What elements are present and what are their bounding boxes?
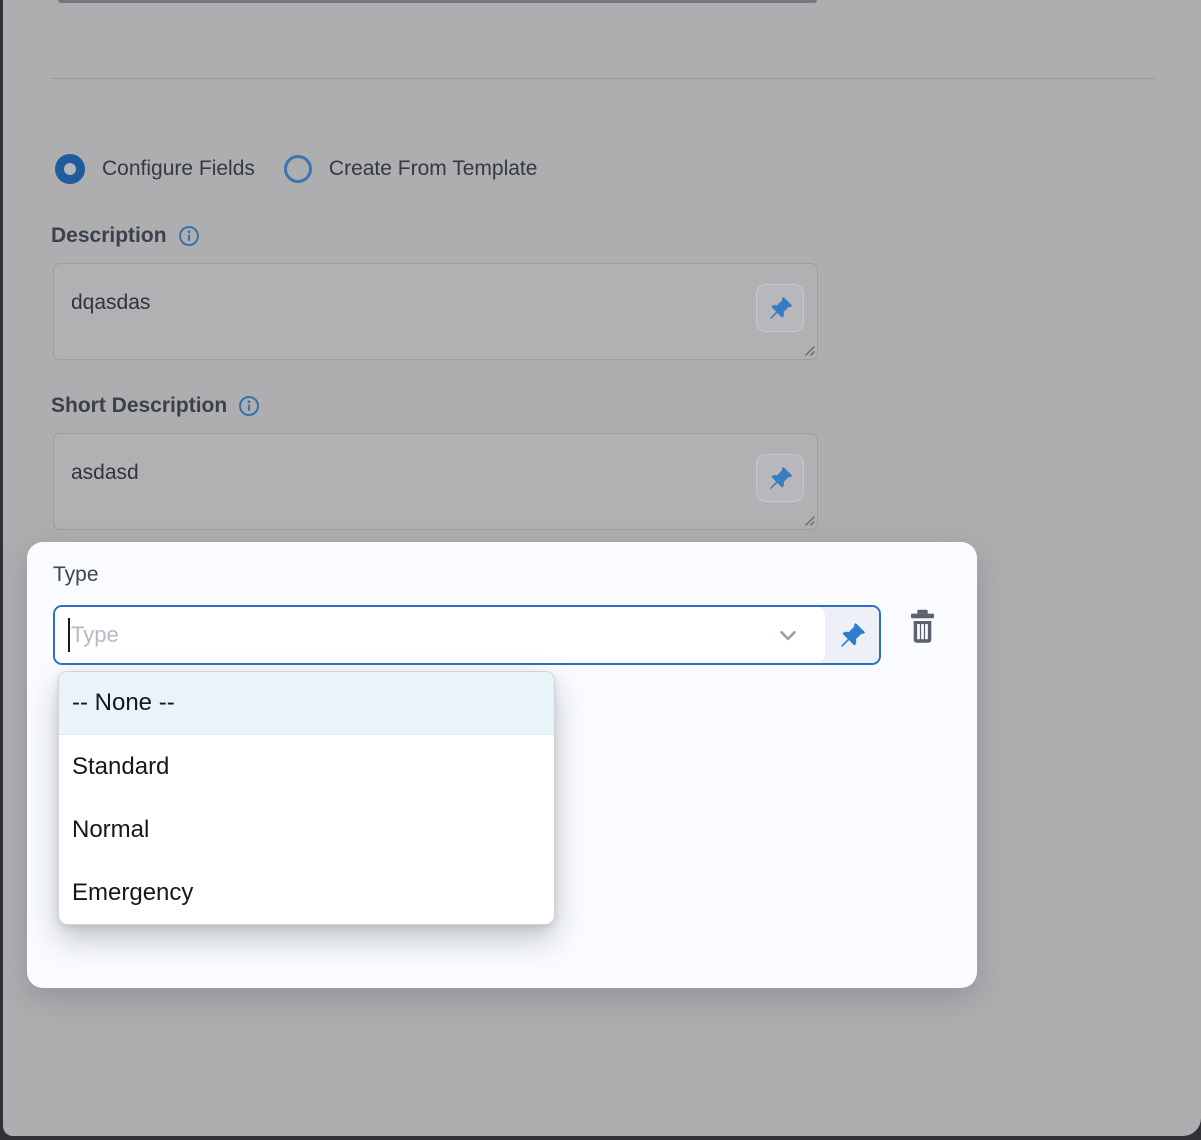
type-input-group xyxy=(53,605,881,665)
section-divider xyxy=(51,78,1156,79)
description-label: Description xyxy=(51,224,167,248)
trash-icon xyxy=(906,608,939,644)
pin-type-button[interactable] xyxy=(825,607,879,663)
cutoff-element-bottom-edge xyxy=(58,0,817,3)
type-dropdown-menu: -- None -- Standard Normal Emergency xyxy=(58,671,555,925)
text-cursor xyxy=(68,618,70,652)
pin-short-description-button[interactable] xyxy=(756,454,804,502)
radio-selected-icon[interactable] xyxy=(55,154,85,184)
pushpin-icon xyxy=(839,622,866,649)
pin-description-button[interactable] xyxy=(756,284,804,332)
type-label: Type xyxy=(53,563,99,587)
field-mode-radio-group: Configure Fields Create From Template xyxy=(55,154,537,184)
type-field-spotlight-card: Type xyxy=(27,542,977,988)
short-description-textarea[interactable]: asdasd xyxy=(53,433,818,530)
description-field-container: dqasdas xyxy=(53,263,818,360)
description-textarea[interactable]: dqasdas xyxy=(53,263,818,360)
type-input-field-area[interactable] xyxy=(55,607,825,663)
radio-create-from-template[interactable]: Create From Template xyxy=(284,155,538,183)
radio-configure-fields[interactable]: Configure Fields xyxy=(55,154,255,184)
short-description-field-container: asdasd xyxy=(53,433,818,530)
dropdown-option-emergency[interactable]: Emergency xyxy=(59,861,554,924)
short-description-label-row: Short Description xyxy=(51,394,260,418)
short-description-label: Short Description xyxy=(51,394,227,418)
info-icon[interactable] xyxy=(178,225,200,247)
resize-grip-icon[interactable] xyxy=(801,342,815,356)
radio-configure-fields-label: Configure Fields xyxy=(102,157,255,181)
pushpin-icon xyxy=(768,296,793,321)
resize-grip-icon[interactable] xyxy=(801,512,815,526)
dropdown-option-none[interactable]: -- None -- xyxy=(59,672,554,735)
delete-field-button[interactable] xyxy=(903,604,941,648)
radio-create-from-template-label: Create From Template xyxy=(329,157,538,181)
pushpin-icon xyxy=(768,466,793,491)
dropdown-option-standard[interactable]: Standard xyxy=(59,735,554,798)
description-label-row: Description xyxy=(51,224,200,248)
radio-unselected-icon[interactable] xyxy=(284,155,312,183)
chevron-down-icon[interactable] xyxy=(775,622,801,648)
type-input[interactable] xyxy=(55,622,775,648)
dropdown-option-normal[interactable]: Normal xyxy=(59,798,554,861)
info-icon[interactable] xyxy=(238,395,260,417)
dimmed-page-overlay: Configure Fields Create From Template De… xyxy=(3,0,1201,1136)
